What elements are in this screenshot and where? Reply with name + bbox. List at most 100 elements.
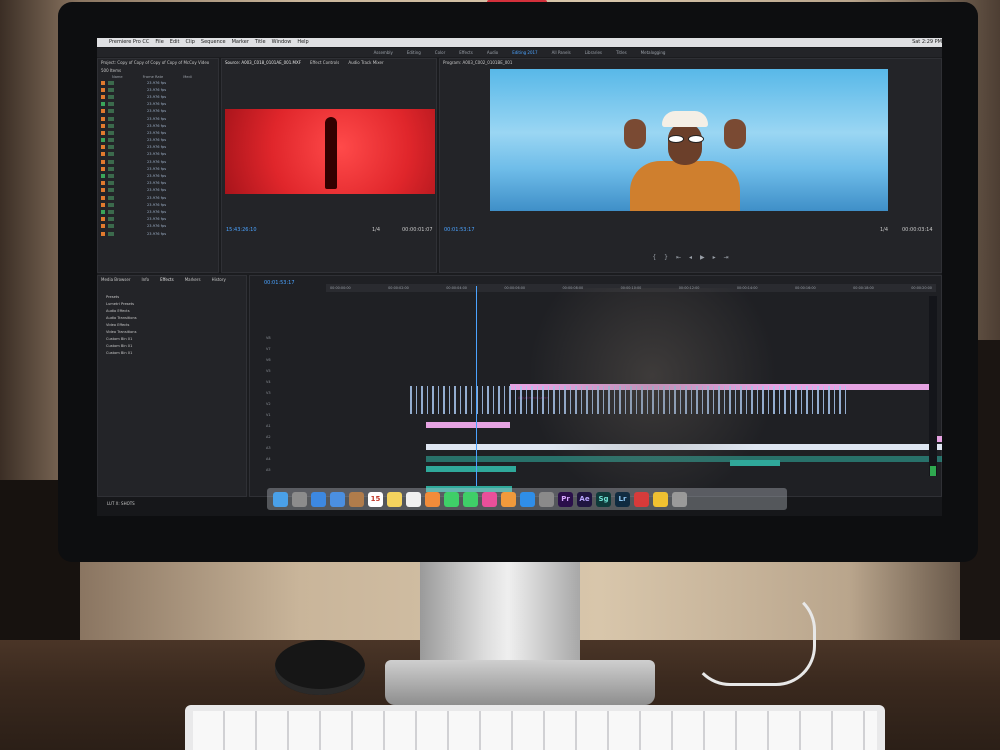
menu-title[interactable]: Title (255, 38, 266, 47)
menu-file[interactable]: File (155, 38, 163, 47)
dock-photos-icon[interactable] (425, 491, 440, 507)
project-clip-row[interactable]: 23.976 fps (98, 79, 218, 86)
program-timecode-in[interactable]: 00:01:53:17 (444, 227, 475, 233)
project-clip-row[interactable]: 23.976 fps (98, 180, 218, 187)
project-clip-row[interactable]: 23.976 fps (98, 151, 218, 158)
dock-ibooks-icon[interactable] (501, 491, 516, 507)
menu-help[interactable]: Help (297, 38, 308, 47)
tab-effects-panel[interactable]: Effects (157, 276, 174, 284)
program-tab[interactable]: Program: A003_C002_0101BE_001 (440, 59, 941, 67)
program-zoom[interactable]: 1/4 (880, 227, 888, 233)
tab-history[interactable]: History (209, 276, 226, 284)
source-timecode-in[interactable]: 15:43:26:10 (226, 227, 257, 233)
effect-video-transitions[interactable]: Video Transitions (98, 329, 246, 336)
menu-clip[interactable]: Clip (185, 38, 194, 47)
menu-window[interactable]: Window (272, 38, 292, 47)
tab-media-browser[interactable]: Media Browser (98, 276, 131, 284)
project-clip-row[interactable]: 23.976 fps (98, 122, 218, 129)
effect-presets[interactable]: Presets (98, 294, 246, 301)
track-label[interactable]: V3 (266, 391, 271, 395)
play-icon[interactable]: ▶ (700, 254, 705, 262)
track-label[interactable]: A2 (266, 435, 271, 439)
step-back-icon[interactable]: ◂ (689, 254, 692, 262)
project-clip-row[interactable]: 23.976 fps (98, 115, 218, 122)
dock-mail-icon[interactable] (330, 491, 345, 507)
project-clip-row[interactable]: 23.976 fps (98, 172, 218, 179)
tab-color[interactable]: Color (435, 48, 445, 57)
project-clip-row[interactable]: 23.976 fps (98, 93, 218, 100)
project-clip-row[interactable]: 23.976 fps (98, 165, 218, 172)
app-menu[interactable]: Premiere Pro CC (109, 38, 149, 47)
effect-custom-bin-2[interactable]: Custom Bin 01 (98, 343, 246, 350)
track-label[interactable]: A1 (266, 424, 271, 428)
source-zoom[interactable]: 1/4 (372, 227, 380, 233)
step-forward-icon[interactable]: ▸ (713, 254, 716, 262)
effect-lumetri-presets[interactable]: Lumetri Presets (98, 301, 246, 308)
track-label[interactable]: V5 (266, 369, 271, 373)
project-clip-row[interactable]: 23.976 fps (98, 144, 218, 151)
column-media[interactable]: Medi (183, 75, 192, 79)
effect-custom-bin-1[interactable]: Custom Bin 01 (98, 336, 246, 343)
tab-all-panels[interactable]: All Panels (552, 48, 571, 57)
dock-itunes-icon[interactable] (482, 491, 497, 507)
track-label[interactable]: V6 (266, 358, 271, 362)
tab-effect-controls[interactable]: Effect Controls (307, 59, 339, 67)
tab-source[interactable]: Source: A003_C018_0101AE_001.MXF (222, 59, 301, 67)
dock-reminders-icon[interactable] (406, 491, 421, 507)
project-clip-row[interactable]: 23.976 fps (98, 101, 218, 108)
track-label[interactable]: V4 (266, 380, 271, 384)
column-name[interactable]: Name (112, 75, 123, 79)
tab-metalogging[interactable]: Metalogging (641, 48, 666, 57)
effect-audio-effects[interactable]: Audio Effects (98, 308, 246, 315)
project-clip-row[interactable]: 23.976 fps (98, 108, 218, 115)
effect-video-effects[interactable]: Video Effects (98, 322, 246, 329)
project-clip-row[interactable]: 23.976 fps (98, 230, 218, 237)
mark-in-icon[interactable]: { (652, 254, 656, 262)
playhead[interactable] (476, 286, 477, 486)
tab-audio[interactable]: Audio (487, 48, 498, 57)
track-label[interactable]: A3 (266, 446, 271, 450)
tab-titles[interactable]: Titles (616, 48, 627, 57)
dock-contacts-icon[interactable] (349, 491, 364, 507)
menu-marker[interactable]: Marker (232, 38, 249, 47)
effect-custom-bin-3[interactable]: Custom Bin 01 (98, 350, 246, 357)
menu-sequence[interactable]: Sequence (201, 38, 226, 47)
project-clip-row[interactable]: 23.976 fps (98, 194, 218, 201)
keyboard-keys[interactable] (193, 711, 877, 750)
project-clip-row[interactable]: 23.976 fps (98, 208, 218, 215)
tab-editing-2017[interactable]: Editing 2017 (512, 48, 537, 57)
column-frame-rate[interactable]: Frame Rate (143, 75, 164, 79)
go-to-in-icon[interactable]: ⇤ (676, 254, 681, 262)
project-clip-row[interactable]: 23.976 fps (98, 223, 218, 230)
menubar-clock[interactable]: Sat 2:29 PM (912, 38, 942, 47)
project-clip-row[interactable]: 23.976 fps (98, 86, 218, 93)
track-label[interactable]: A4 (266, 457, 271, 461)
dock-facetime-icon[interactable] (463, 491, 478, 507)
keyboard[interactable] (185, 705, 885, 750)
track-label[interactable]: V8 (266, 336, 271, 340)
dock-safari-icon[interactable] (311, 491, 326, 507)
project-clip-row[interactable]: 23.976 fps (98, 187, 218, 194)
dock-calendar-icon[interactable]: 15 (368, 491, 383, 507)
adjustment-layer-clip-2[interactable] (426, 422, 510, 428)
project-clip-row[interactable]: 23.976 fps (98, 129, 218, 136)
project-clip-row[interactable]: 23.976 fps (98, 158, 218, 165)
effect-audio-transitions[interactable]: Audio Transitions (98, 315, 246, 322)
track-label[interactable]: V7 (266, 347, 271, 351)
dock-notes-icon[interactable] (387, 491, 402, 507)
go-to-out-icon[interactable]: ⇥ (724, 254, 729, 262)
tab-editing[interactable]: Editing (407, 48, 421, 57)
tab-info[interactable]: Info (139, 276, 150, 284)
project-clip-row[interactable]: 23.976 fps (98, 201, 218, 208)
tab-libraries[interactable]: Libraries (585, 48, 602, 57)
timeline-timecode[interactable]: 00:01:53:17 (264, 280, 295, 286)
tab-audio-track-mixer[interactable]: Audio Track Mixer (345, 59, 383, 67)
menu-edit[interactable]: Edit (170, 38, 180, 47)
audio-track-a2-clips[interactable] (426, 466, 516, 472)
dock-launchpad-icon[interactable] (292, 491, 307, 507)
track-label[interactable]: V2 (266, 402, 271, 406)
tab-markers[interactable]: Markers (182, 276, 201, 284)
tab-assembly[interactable]: Assembly (374, 48, 393, 57)
tab-effects[interactable]: Effects (459, 48, 473, 57)
project-clip-row[interactable]: 23.976 fps (98, 216, 218, 223)
